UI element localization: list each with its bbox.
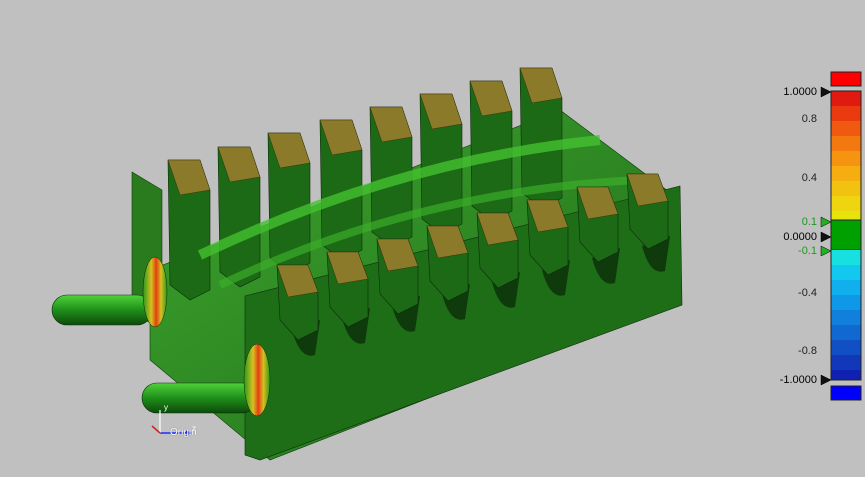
legend-marker-0-1 [820, 216, 832, 228]
legend-max-label: 1.0000 [783, 86, 817, 98]
legend-tick-m0-4: -0.4 [798, 287, 817, 299]
color-legend [820, 71, 862, 401]
legend-tick-m0-8: -0.8 [798, 345, 817, 357]
part-model[interactable] [0, 0, 865, 477]
legend-marker-min [820, 374, 832, 386]
legend-tick-0-1: 0.1 [801, 216, 817, 228]
3d-viewport[interactable]: y z Origin 1.0000 0.8 0.4 0.1 0.0000 -0.… [0, 0, 865, 477]
legend-marker-zero [820, 231, 832, 243]
legend-marker-m0-1 [820, 245, 832, 257]
upper-pin [51, 256, 168, 328]
legend-min-label: -1.0000 [779, 374, 817, 386]
legend-tick-0-8: 0.8 [801, 113, 817, 125]
legend-zero-label: 0.0000 [783, 231, 817, 243]
legend-marker-max [820, 86, 832, 98]
axis-y-label: y [164, 403, 168, 412]
legend-tick-m0-1: -0.1 [798, 245, 817, 257]
legend-over-swatch [830, 71, 862, 87]
legend-tick-0-4: 0.4 [801, 172, 817, 184]
origin-label: Origin [170, 427, 197, 438]
legend-bar [830, 90, 862, 381]
legend-under-swatch [830, 385, 862, 401]
